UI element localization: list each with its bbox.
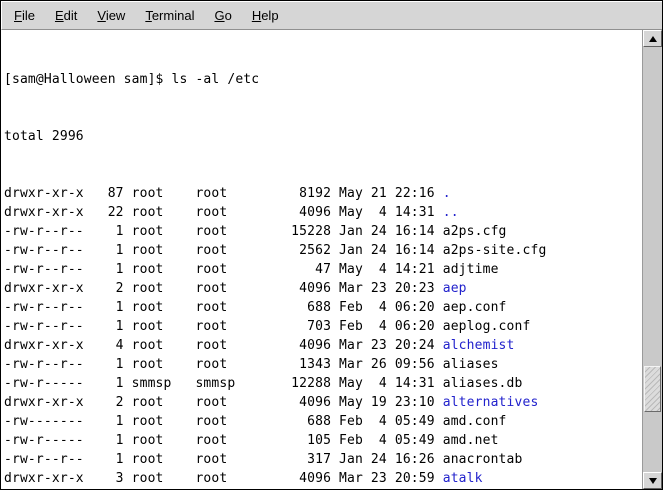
file-attributes: drwxr-xr-x 3 root root 4096 Mar 23 20:59 [4, 471, 443, 486]
prompt-line: [sam@Halloween sam]$ ls -al /etc [4, 70, 642, 89]
menu-item-mnemonic: T [145, 8, 152, 23]
file-row: drwxr-xr-x 4 root root 4096 Mar 23 20:24… [4, 336, 642, 355]
file-row: -rw------- 1 root root 688 Feb 4 05:49 a… [4, 412, 642, 431]
file-name: a2ps-site.cfg [443, 243, 547, 258]
file-attributes: drwxr-xr-x 2 root root 4096 Mar 23 20:23 [4, 281, 443, 296]
file-attributes: -rw-r----- 1 smmsp smmsp 12288 May 4 14:… [4, 376, 443, 391]
file-row: -rw-r--r-- 1 root root 688 Feb 4 06:20 a… [4, 298, 642, 317]
terminal-window: FileEditViewTerminalGoHelp [sam@Hallowee… [0, 0, 663, 490]
menu-item-help[interactable]: Help [242, 4, 289, 27]
file-name: aeplog.conf [443, 319, 531, 334]
file-name: atalk [443, 471, 483, 486]
file-row: -rw-r--r-- 1 root root 703 Feb 4 06:20 a… [4, 317, 642, 336]
terminal-screen[interactable]: [sam@Halloween sam]$ ls -al /etc total 2… [1, 30, 642, 489]
file-attributes: -rw-r--r-- 1 root root 15228 Jan 24 16:1… [4, 224, 443, 239]
scrollbar-trough[interactable] [643, 47, 662, 472]
file-name: adjtime [443, 262, 499, 277]
file-name: alchemist [443, 338, 515, 353]
file-name: aep.conf [443, 300, 507, 315]
menu-item-edit[interactable]: Edit [45, 4, 87, 27]
scrollbar-up-button[interactable] [643, 30, 662, 47]
menu-item-go[interactable]: Go [204, 4, 241, 27]
file-attributes: drwxr-xr-x 4 root root 4096 Mar 23 20:24 [4, 338, 443, 353]
total-line: total 2996 [4, 127, 642, 146]
menu-item-file[interactable]: File [4, 4, 45, 27]
file-name: alternatives [443, 395, 539, 410]
file-row: -rw-r--r-- 1 root root 47 May 4 14:21 ad… [4, 260, 642, 279]
file-name: amd.conf [443, 414, 507, 429]
file-row: drwxr-xr-x 2 root root 4096 Mar 23 20:23… [4, 279, 642, 298]
file-attributes: -rw-r--r-- 1 root root 1343 Mar 26 09:56 [4, 357, 443, 372]
scrollbar-thumb[interactable] [644, 366, 661, 412]
file-name: .. [443, 205, 459, 220]
file-attributes: drwxr-xr-x 22 root root 4096 May 4 14:31 [4, 205, 443, 220]
file-name: amd.net [443, 433, 499, 448]
file-row: -rw-r----- 1 smmsp smmsp 12288 May 4 14:… [4, 374, 642, 393]
scrollbar-down-button[interactable] [643, 472, 662, 489]
file-name: aep [443, 281, 467, 296]
file-row: -rw-r--r-- 1 root root 15228 Jan 24 16:1… [4, 222, 642, 241]
menu-item-mnemonic: F [14, 8, 22, 23]
file-row: -rw------- 1 root root 1 Jan 24 16:45 at… [4, 488, 642, 489]
menu-item-terminal[interactable]: Terminal [135, 4, 204, 27]
file-row: drwxr-xr-x 3 root root 4096 Mar 23 20:59… [4, 469, 642, 488]
file-attributes: -rw-r--r-- 1 root root 47 May 4 14:21 [4, 262, 443, 277]
file-attributes: -rw-r--r-- 1 root root 688 Feb 4 06:20 [4, 300, 443, 315]
scrollbar[interactable] [642, 30, 662, 489]
file-attributes: -rw-r--r-- 1 root root 703 Feb 4 06:20 [4, 319, 443, 334]
file-attributes: drwxr-xr-x 2 root root 4096 May 19 23:10 [4, 395, 443, 410]
file-name: a2ps.cfg [443, 224, 507, 239]
file-attributes: -rw------- 1 root root 688 Feb 4 05:49 [4, 414, 443, 429]
file-attributes: drwxr-xr-x 87 root root 8192 May 21 22:1… [4, 186, 443, 201]
file-name: anacrontab [443, 452, 523, 467]
menu-item-mnemonic: H [252, 8, 261, 23]
menu-item-view[interactable]: View [87, 4, 135, 27]
file-attributes: -rw-r----- 1 root root 105 Feb 4 05:49 [4, 433, 443, 448]
file-attributes: -rw-r--r-- 1 root root 317 Jan 24 16:26 [4, 452, 443, 467]
file-row: drwxr-xr-x 2 root root 4096 May 19 23:10… [4, 393, 642, 412]
file-listing: drwxr-xr-x 87 root root 8192 May 21 22:1… [4, 184, 642, 489]
file-row: drwxr-xr-x 87 root root 8192 May 21 22:1… [4, 184, 642, 203]
file-name: aliases.db [443, 376, 523, 391]
file-row: -rw-r--r-- 1 root root 2562 Jan 24 16:14… [4, 241, 642, 260]
file-row: -rw-r--r-- 1 root root 1343 Mar 26 09:56… [4, 355, 642, 374]
menu-item-mnemonic: G [214, 8, 224, 23]
file-name: . [443, 186, 451, 201]
file-row: -rw-r--r-- 1 root root 317 Jan 24 16:26 … [4, 450, 642, 469]
file-name: aliases [443, 357, 499, 372]
file-row: drwxr-xr-x 22 root root 4096 May 4 14:31… [4, 203, 642, 222]
file-row: -rw-r----- 1 root root 105 Feb 4 05:49 a… [4, 431, 642, 450]
menu-item-mnemonic: E [55, 8, 64, 23]
terminal-main-area: [sam@Halloween sam]$ ls -al /etc total 2… [1, 30, 662, 489]
up-arrow-icon [649, 36, 657, 42]
down-arrow-icon [649, 478, 657, 484]
file-attributes: -rw-r--r-- 1 root root 2562 Jan 24 16:14 [4, 243, 443, 258]
menu-item-mnemonic: V [97, 8, 105, 23]
menu-bar: FileEditViewTerminalGoHelp [1, 1, 662, 30]
